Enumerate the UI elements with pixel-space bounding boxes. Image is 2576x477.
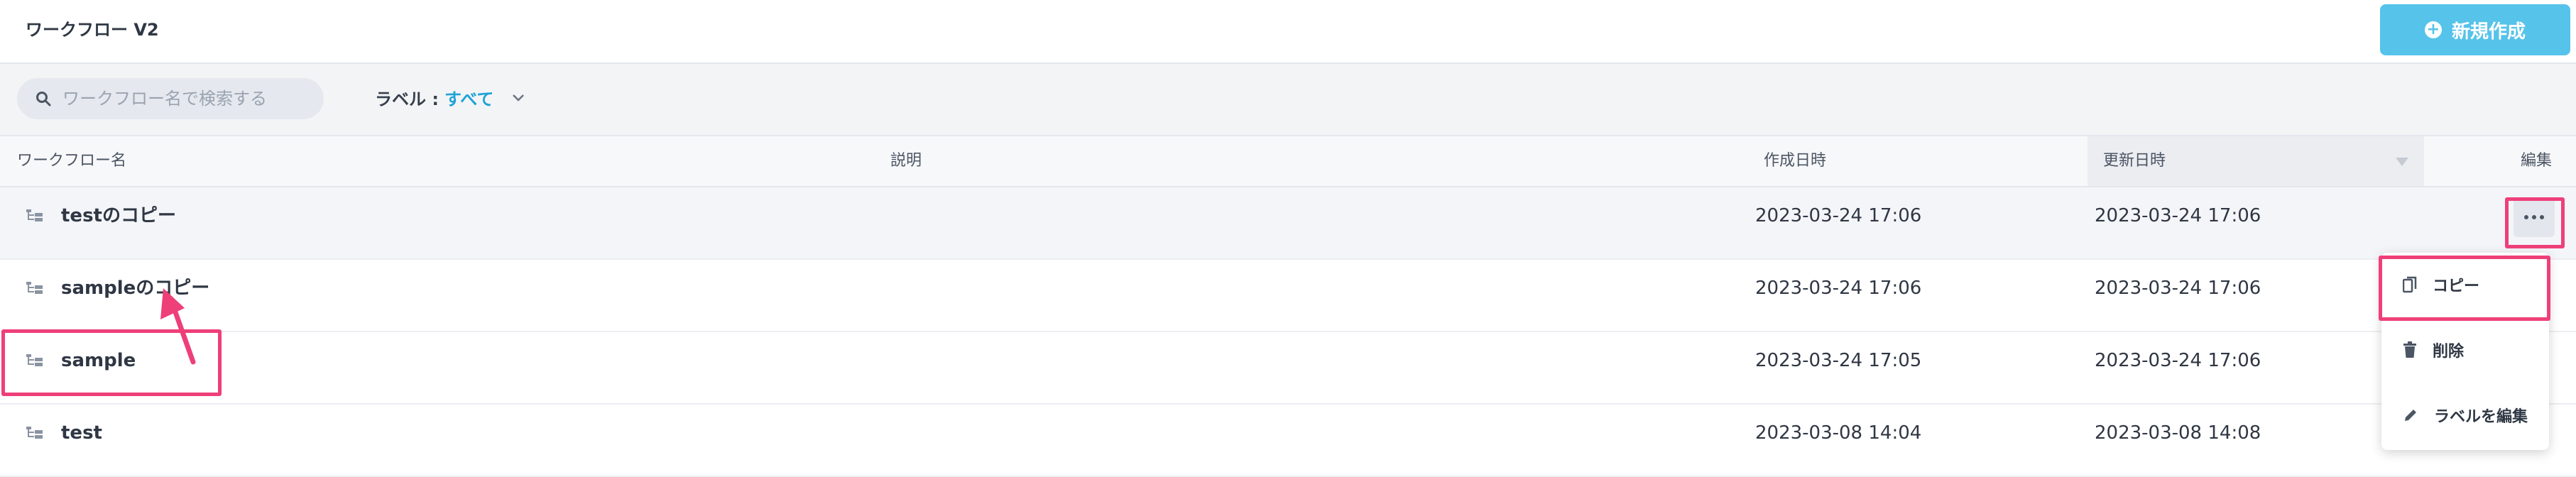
- column-header-updated[interactable]: 更新日時: [2103, 152, 2166, 170]
- filter-bar: ラベル : すべて: [0, 64, 2576, 136]
- new-workflow-button-label: 新規作成: [2451, 21, 2526, 43]
- table-row[interactable]: testのコピー 2023-03-24 17:06 2023-03-24 17:…: [0, 187, 2576, 260]
- column-header-description: 説明: [890, 152, 922, 170]
- page-header: ワークフロー V2 + 新規作成: [0, 0, 2576, 64]
- highlight-more-button: [2505, 197, 2565, 248]
- column-header-edit: 編集: [2521, 152, 2553, 170]
- label-filter-prefix: ラベル :: [375, 89, 439, 109]
- workflow-name[interactable]: testのコピー: [61, 204, 176, 227]
- menu-item-edit-label[interactable]: ラベルを編集: [2381, 383, 2549, 447]
- label-filter-dropdown[interactable]: ラベル : すべて: [375, 85, 525, 110]
- updated-at: 2023-03-24 17:06: [2095, 205, 2261, 226]
- chevron-down-icon: [513, 94, 525, 102]
- menu-item-delete-label: 削除: [2433, 343, 2465, 361]
- table-row[interactable]: sample 2023-03-24 17:05 2023-03-24 17:06: [0, 332, 2576, 405]
- sort-down-icon[interactable]: [2394, 156, 2410, 168]
- page-title: ワークフロー V2: [26, 20, 159, 40]
- annotation-arrow-icon: [160, 288, 196, 365]
- workflow-icon: [26, 209, 43, 221]
- created-at: 2023-03-24 17:05: [1755, 350, 1922, 371]
- table-header: ワークフロー名 説明 作成日時 更新日時 編集: [0, 136, 2576, 187]
- search-box[interactable]: [17, 78, 324, 119]
- search-input[interactable]: [61, 88, 320, 109]
- pencil-icon: [2405, 410, 2416, 421]
- column-header-created[interactable]: 作成日時: [1764, 152, 1826, 170]
- workflow-icon: [26, 282, 43, 294]
- created-at: 2023-03-24 17:06: [1755, 205, 1922, 226]
- highlight-copy-item: [2379, 256, 2550, 321]
- trash-icon: [2403, 341, 2416, 358]
- menu-item-edit-label-text: ラベルを編集: [2434, 408, 2528, 426]
- table-row[interactable]: sampleのコピー 2023-03-24 17:06 2023-03-24 1…: [0, 260, 2576, 332]
- plus-circle-icon: +: [2424, 21, 2442, 38]
- updated-at: 2023-03-24 17:06: [2095, 350, 2261, 371]
- created-at: 2023-03-24 17:06: [1755, 278, 1922, 299]
- new-workflow-button[interactable]: + 新規作成: [2380, 4, 2570, 55]
- workflow-icon: [26, 427, 43, 439]
- updated-at: 2023-03-24 17:06: [2095, 278, 2261, 299]
- label-filter-value: すべて: [444, 89, 494, 109]
- table-row[interactable]: test 2023-03-08 14:04 2023-03-08 14:08: [0, 405, 2576, 477]
- search-icon: [36, 92, 51, 106]
- updated-at: 2023-03-08 14:08: [2095, 422, 2261, 444]
- created-at: 2023-03-08 14:04: [1755, 422, 1922, 444]
- menu-item-delete[interactable]: 削除: [2381, 318, 2549, 382]
- workflow-name[interactable]: test: [61, 422, 102, 444]
- column-header-name[interactable]: ワークフロー名: [17, 152, 126, 170]
